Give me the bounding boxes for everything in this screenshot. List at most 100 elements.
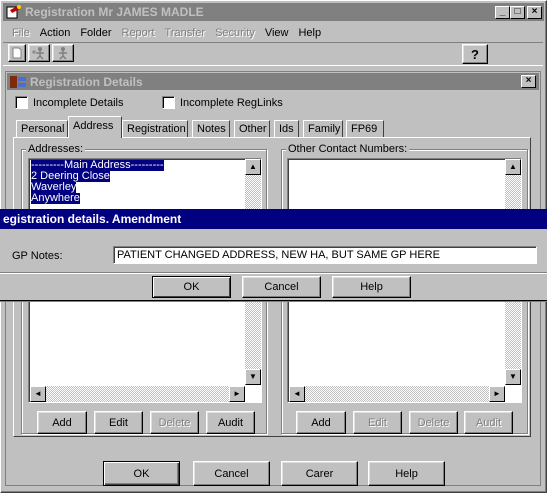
amendment-title-bar[interactable]: egistration details. Amendment	[0, 209, 547, 229]
incomplete-reglinks-label: Incomplete RegLinks	[180, 96, 283, 109]
menu-report[interactable]: Report	[122, 27, 155, 39]
menu-file[interactable]: File	[12, 27, 30, 39]
tab-personal[interactable]: Personal	[16, 120, 68, 137]
incomplete-reglinks-box[interactable]	[162, 96, 175, 109]
amendment-help-button[interactable]: Help	[332, 276, 411, 298]
addresses-vscroll-bottom[interactable]: ▼	[245, 301, 261, 385]
footer-carer-button[interactable]: Carer	[281, 461, 358, 486]
address-audit-label: Audit	[217, 416, 244, 429]
addresses-scroll-up-icon[interactable]: ▲	[245, 159, 261, 175]
contact-listbox-lower[interactable]: ▼ ◄ ►	[287, 301, 522, 403]
contact-delete-label: Delete	[417, 416, 450, 429]
incomplete-details-checkbox[interactable]: Incomplete Details	[15, 96, 124, 109]
tab-notes-label: Notes	[197, 123, 226, 135]
contact-edit-button[interactable]: Edit	[353, 411, 402, 434]
details-title: Registration Details	[30, 74, 143, 89]
incomplete-details-box[interactable]	[15, 96, 28, 109]
tab-other-label: Other	[239, 123, 267, 135]
amendment-help-label: Help	[360, 281, 383, 293]
menu-action[interactable]: Action	[40, 27, 71, 39]
addresses-listbox[interactable]: ---------Main Address--------- 2 Deering…	[28, 158, 262, 212]
address-list: ---------Main Address--------- 2 Deering…	[29, 159, 261, 205]
footer-cancel-button[interactable]: Cancel	[193, 461, 270, 486]
close-button[interactable]: ×	[527, 5, 542, 19]
details-close-button[interactable]: ×	[521, 75, 536, 88]
menu-view[interactable]: View	[265, 27, 289, 39]
addresses-hscroll[interactable]: ◄ ►	[30, 386, 245, 402]
addresses-scroll-right-icon[interactable]: ►	[229, 386, 245, 402]
addresses-scroll-left-icon[interactable]: ◄	[30, 386, 46, 402]
other-contact-listbox[interactable]: ▲	[287, 158, 522, 212]
menu-folder[interactable]: Folder	[80, 27, 111, 39]
contact-add-button[interactable]: Add	[296, 411, 346, 434]
menu-help[interactable]: Help	[298, 27, 321, 39]
tab-other[interactable]: Other	[234, 120, 270, 137]
address-delete-button[interactable]: Delete	[150, 411, 199, 434]
footer-help-label: Help	[395, 467, 418, 480]
footer-cancel-label: Cancel	[214, 467, 249, 480]
addresses-label: Addresses:	[26, 143, 86, 155]
footer-help-button[interactable]: Help	[368, 461, 445, 486]
contact-scroll-left-icon[interactable]: ◄	[289, 386, 305, 402]
help-context-button[interactable]: ?	[462, 44, 488, 64]
address-audit-button[interactable]: Audit	[206, 411, 255, 434]
main-title-bar[interactable]: Registration Mr JAMES MADLE _ □ ×	[3, 3, 544, 21]
tab-registration-label: Registration	[127, 123, 186, 135]
tab-fp69-label: FP69	[351, 123, 378, 135]
person-icon[interactable]	[52, 44, 74, 62]
contact-audit-label: Audit	[475, 416, 502, 429]
contact-audit-button[interactable]: Audit	[464, 411, 513, 434]
incomplete-details-label: Incomplete Details	[33, 96, 124, 109]
menu-security[interactable]: Security	[215, 27, 255, 39]
tab-family-label: Family	[308, 123, 341, 135]
maximize-button[interactable]: □	[510, 5, 525, 19]
app-icon	[6, 5, 22, 19]
contact-hscroll[interactable]: ◄ ►	[289, 386, 505, 402]
address-edit-label: Edit	[109, 416, 128, 429]
address-line-3[interactable]: Anywhere	[31, 193, 80, 204]
address-edit-button[interactable]: Edit	[94, 411, 143, 434]
addresses-vscroll-top[interactable]: ▲	[245, 159, 261, 211]
amendment-cancel-button[interactable]: Cancel	[242, 276, 321, 298]
contact-vscroll-bottom[interactable]: ▼	[505, 301, 521, 385]
address-add-button[interactable]: Add	[37, 411, 87, 434]
other-contact-label: Other Contact Numbers:	[286, 143, 410, 155]
gp-notes-label: GP Notes:	[12, 250, 63, 262]
tab-address-label: Address	[73, 120, 114, 132]
tab-ids[interactable]: Ids	[274, 120, 299, 137]
addresses-listbox-lower[interactable]: ▼ ◄ ►	[28, 301, 262, 403]
contact-scroll-right-icon[interactable]: ►	[489, 386, 505, 402]
gp-notes-input[interactable]: PATIENT CHANGED ADDRESS, NEW HA, BUT SAM…	[113, 246, 537, 264]
footer-ok-button[interactable]: OK	[103, 461, 180, 486]
minimize-button[interactable]: _	[495, 5, 510, 19]
address-add-label: Add	[52, 416, 72, 429]
details-window-icon	[10, 75, 26, 88]
tab-registration[interactable]: Registration	[122, 120, 188, 137]
details-title-bar[interactable]: Registration Details ×	[7, 73, 539, 90]
tab-personal-label: Personal	[21, 123, 65, 135]
amendment-title: egistration details. Amendment	[3, 212, 182, 226]
window-title: Registration Mr JAMES MADLE	[25, 5, 204, 19]
footer-carer-label: Carer	[305, 467, 334, 480]
contact-add-label: Add	[311, 416, 331, 429]
person-add-icon[interactable]	[28, 44, 50, 62]
menu-transfer[interactable]: Transfer	[165, 27, 206, 39]
contact-scroll-up-icon[interactable]: ▲	[505, 159, 521, 175]
amendment-dialog: egistration details. Amendment GP Notes:…	[0, 209, 547, 301]
address-delete-label: Delete	[158, 416, 191, 429]
contact-delete-button[interactable]: Delete	[409, 411, 458, 434]
tab-family[interactable]: Family	[303, 120, 343, 137]
tab-fp69[interactable]: FP69	[346, 120, 384, 137]
new-document-icon[interactable]	[8, 44, 26, 62]
amendment-ok-label: OK	[183, 281, 200, 293]
contact-scroll-down-icon[interactable]: ▼	[505, 369, 521, 385]
incomplete-reglinks-checkbox[interactable]: Incomplete RegLinks	[162, 96, 283, 109]
amendment-ok-button[interactable]: OK	[152, 276, 231, 298]
tab-address[interactable]: Address	[68, 116, 122, 138]
addresses-scroll-down-icon[interactable]: ▼	[245, 369, 261, 385]
contact-edit-label: Edit	[368, 416, 387, 429]
amendment-divider	[0, 272, 547, 274]
contact-vscroll-top[interactable]: ▲	[505, 159, 521, 211]
tab-notes[interactable]: Notes	[192, 120, 230, 137]
amendment-cancel-label: Cancel	[264, 281, 299, 293]
